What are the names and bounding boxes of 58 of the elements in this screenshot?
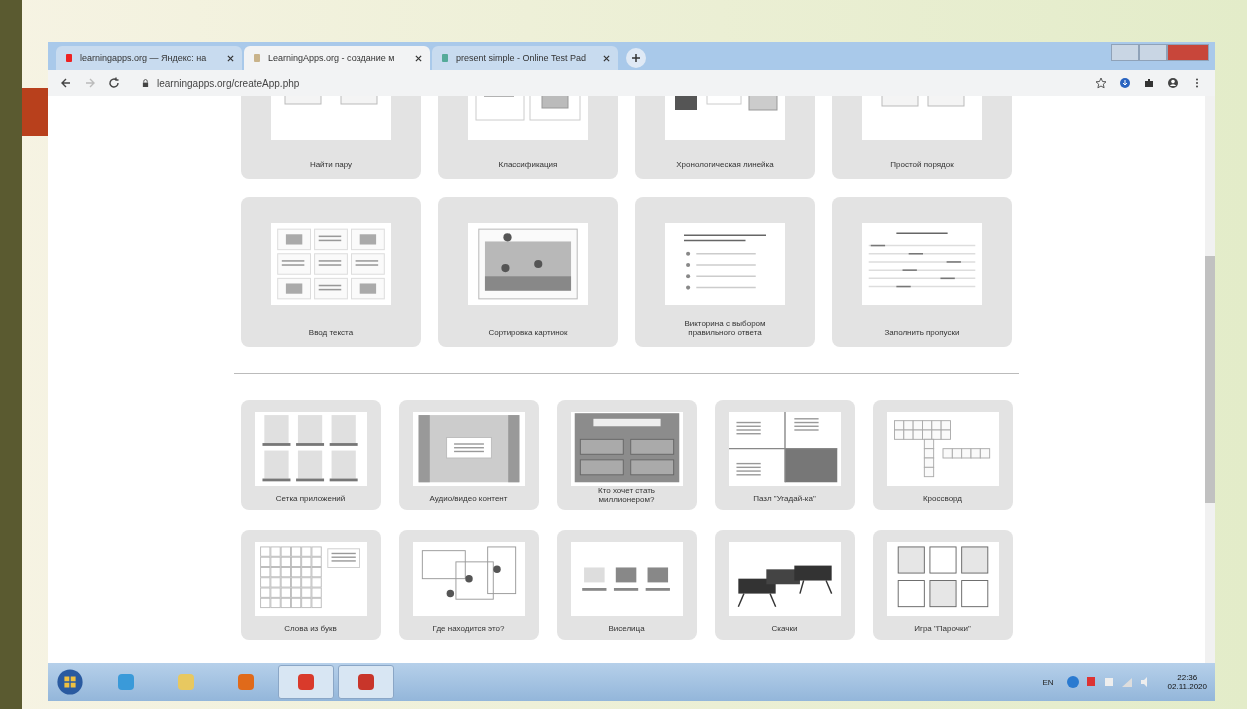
app-template-card[interactable]: Простой порядок xyxy=(832,96,1012,179)
app-template-card[interactable]: Пазл "Угадай-ка" xyxy=(714,400,855,510)
app-template-card[interactable]: Классификация xyxy=(438,96,618,179)
app-template-card[interactable]: Ввод текста xyxy=(241,197,421,347)
app-template-card[interactable]: Кто хочет стать миллионером? xyxy=(556,400,697,510)
language-indicator[interactable]: EN xyxy=(1042,677,1054,687)
app-template-card[interactable]: Заполнить пропуски xyxy=(832,197,1012,347)
card-label: Ввод текста xyxy=(307,327,355,337)
card-label: Классификация xyxy=(497,159,559,169)
profile-icon[interactable] xyxy=(1167,77,1179,89)
app-template-card[interactable]: Аудио/видео контент xyxy=(398,400,539,510)
card-label: Заполнить пропуски xyxy=(883,327,961,337)
close-icon[interactable] xyxy=(227,54,234,62)
card-label: Сортировка картинок xyxy=(487,327,569,337)
card-label: Виселица xyxy=(607,623,646,633)
lock-icon xyxy=(142,78,149,88)
taskbar-app[interactable] xyxy=(338,665,394,699)
app-template-card[interactable]: Игра "Парочки" xyxy=(872,530,1013,640)
card-label: Простой порядок xyxy=(889,159,955,169)
card-label: Скачки xyxy=(770,623,799,633)
close-icon[interactable] xyxy=(415,54,422,62)
app-template-card[interactable]: Сетка приложений xyxy=(240,400,381,510)
app-template-card[interactable]: Найти пару xyxy=(241,96,421,179)
plus-icon xyxy=(631,53,641,63)
card-label: Где находится это? xyxy=(431,623,506,633)
app-template-card[interactable]: Викторина с выбором правильного ответа xyxy=(635,197,815,347)
back-icon[interactable] xyxy=(60,77,72,89)
star-icon[interactable] xyxy=(1095,77,1107,89)
scrollbar[interactable] xyxy=(1205,96,1215,663)
browser-tab[interactable]: learningapps.org — Яндекс: на xyxy=(56,46,242,70)
reload-icon[interactable] xyxy=(108,77,120,89)
card-label: Слова из букв xyxy=(283,623,338,633)
close-icon[interactable] xyxy=(603,54,610,62)
taskbar-app[interactable] xyxy=(278,665,334,699)
card-label: Кто хочет стать миллионером? xyxy=(597,486,656,505)
card-label: Викторина с выбором правильного ответа xyxy=(683,318,767,337)
extension-icon[interactable] xyxy=(1119,77,1131,89)
browser-tab[interactable]: present simple - Online Test Pad xyxy=(432,46,618,70)
card-label: Аудио/видео контент xyxy=(428,493,509,503)
app-template-card[interactable]: Где находится это? xyxy=(398,530,539,640)
app-template-card[interactable]: Виселица xyxy=(556,530,697,640)
card-label: Найти пару xyxy=(308,159,354,169)
card-label: Хронологическая линейка xyxy=(675,159,775,169)
card-label: Игра "Парочки" xyxy=(913,623,972,633)
start-button[interactable] xyxy=(56,668,84,696)
slide-accent xyxy=(22,88,48,136)
card-label: Сетка приложений xyxy=(274,493,347,503)
browser-tab[interactable]: LearningApps.org - создание м xyxy=(244,46,430,70)
app-template-card[interactable]: Кроссворд xyxy=(872,400,1013,510)
clock[interactable]: 22:36 02.11.2020 xyxy=(1167,673,1207,691)
app-template-card[interactable]: Слова из букв xyxy=(240,530,381,640)
card-label: Пазл "Угадай-ка" xyxy=(752,493,817,503)
card-label: Кроссворд xyxy=(921,493,964,503)
close-button[interactable] xyxy=(1167,44,1209,61)
app-template-card[interactable]: Скачки xyxy=(714,530,855,640)
app-template-card[interactable]: Хронологическая линейка xyxy=(635,96,815,179)
new-tab-button[interactable] xyxy=(626,48,646,68)
app-template-card[interactable]: Сортировка картинок xyxy=(438,197,618,347)
